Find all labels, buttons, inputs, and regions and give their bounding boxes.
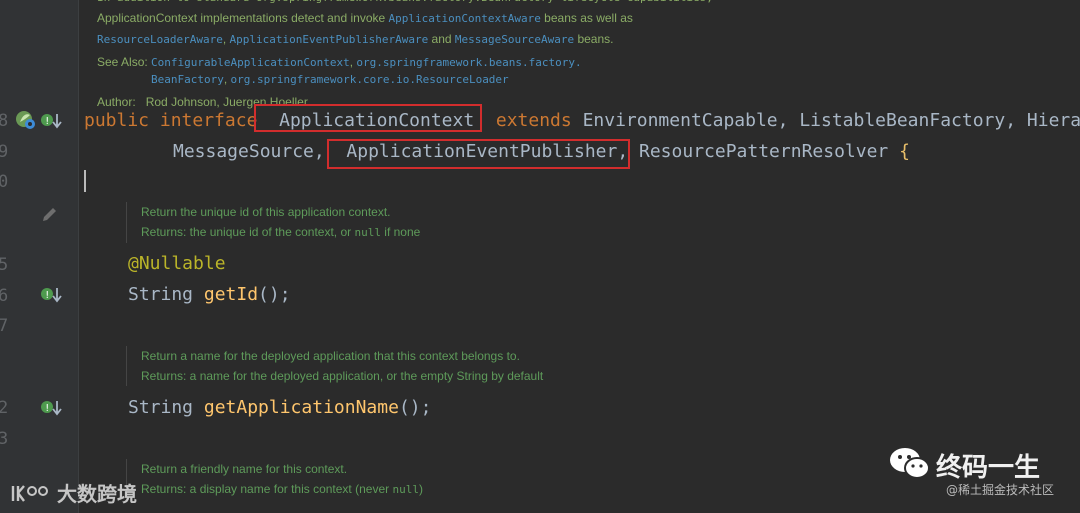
doc-line: Return a name for the deployed applicati… xyxy=(141,349,520,363)
doc-link[interactable]: org.springframework.core.io.ResourceLoad… xyxy=(231,73,509,86)
watermark-left-text: 大数跨境 xyxy=(56,482,137,506)
doc-text: ) xyxy=(418,482,423,496)
return-type: String xyxy=(128,397,204,418)
annotation: @Nullable xyxy=(128,253,226,274)
watermark-source: @稀土掘金技术社区 xyxy=(946,483,1055,497)
doc-text: beans. xyxy=(574,32,614,46)
doc-text: Returns: the unique id of the context, o… xyxy=(141,225,355,239)
doc-line: In addition to standard org.springframew… xyxy=(97,0,1077,8)
doc-text: ApplicationContext implementations detec… xyxy=(97,11,389,25)
doc-link[interactable]: ApplicationContextAware xyxy=(389,12,541,25)
method-javadoc: Return a name for the deployed applicati… xyxy=(126,346,543,386)
doc-link[interactable]: ApplicationEventPublisherAware xyxy=(230,33,429,46)
extends-item[interactable]: MessageSource, xyxy=(173,141,336,162)
watermark-account-name: 终码一生 xyxy=(936,453,1041,483)
method-name[interactable]: getApplicationName xyxy=(204,397,399,418)
code-line-getappname[interactable]: String getApplicationName(); xyxy=(128,397,431,419)
method-tail: (); xyxy=(398,397,432,418)
keyword: public xyxy=(84,110,150,131)
extends-item[interactable]: ResourcePatternResolver xyxy=(628,141,899,162)
method-tail: (); xyxy=(258,284,291,305)
code-line-declaration[interactable]: public interface ApplicationContext exte… xyxy=(84,110,1080,132)
line-number: 8 xyxy=(0,111,9,131)
doc-line: ApplicationContext implementations detec… xyxy=(97,8,1077,29)
code-line-annotation[interactable]: @Nullable xyxy=(128,253,226,275)
method-javadoc: Return a friendly name for this context.… xyxy=(126,459,423,500)
doc-line: Returns: a display name for this context… xyxy=(141,479,423,500)
svg-text:!: ! xyxy=(45,290,49,301)
wechat-icon xyxy=(890,448,930,479)
watermark-logo-icon xyxy=(11,485,48,502)
line-number: 3 xyxy=(0,429,9,449)
doc-line: Returns: a name for the deployed applica… xyxy=(141,369,544,383)
author-label: Author: xyxy=(97,95,136,109)
watermark-logo: 大数跨境 xyxy=(10,478,137,507)
doc-code: null xyxy=(354,226,381,239)
open-brace: { xyxy=(899,141,910,162)
line-number: 9 xyxy=(0,142,9,162)
doc-line: ResourceLoaderAware, ApplicationEventPub… xyxy=(97,29,1077,50)
doc-text: Returns: a display name for this context… xyxy=(141,482,393,496)
implemented-down-icon[interactable]: ! xyxy=(40,398,62,418)
doc-line: Return the unique id of this application… xyxy=(141,205,391,219)
keyword: interface xyxy=(159,110,258,131)
author: Author: Rod Johnson, Juergen Hoeller xyxy=(97,92,1077,112)
doc-link[interactable]: ResourceLoaderAware xyxy=(97,33,223,46)
doc-text: if none xyxy=(380,225,421,239)
doc-text: , xyxy=(222,32,230,46)
extends-list[interactable]: EnvironmentCapable, ListableBeanFactory,… xyxy=(583,110,1080,131)
doc-link[interactable]: org.springframework.beans.factory. xyxy=(356,56,581,69)
line-number: 6 xyxy=(0,286,9,306)
doc-line: Return a friendly name for this context. xyxy=(141,462,348,476)
return-type: String xyxy=(128,284,204,305)
doc-text: , xyxy=(223,72,231,86)
doc-line: Returns: the unique id of the context, o… xyxy=(141,222,420,243)
doc-link[interactable]: ConfigurableApplicationContext xyxy=(151,56,350,69)
method-javadoc: Return the unique id of this application… xyxy=(126,202,420,243)
line-number: 2 xyxy=(0,398,9,418)
method-name[interactable]: getId xyxy=(204,284,258,305)
doc-link[interactable]: BeanFactory xyxy=(151,73,224,86)
editor-gutter: 8 9 0 5 6 7 2 3 ! ! ! xyxy=(0,0,79,513)
see-also-label: See Also: xyxy=(97,55,152,69)
doc-link[interactable]: MessageSourceAware xyxy=(455,33,574,46)
svg-text:!: ! xyxy=(45,116,49,127)
line-number: 0 xyxy=(0,172,9,192)
code-line-getid[interactable]: String getId(); xyxy=(128,284,291,306)
keyword: extends xyxy=(495,110,572,131)
line-number: 7 xyxy=(0,316,9,336)
doc-text: and xyxy=(428,32,455,46)
see-also-cont: BeanFactory, org.springframework.core.io… xyxy=(97,69,1077,90)
doc-text: beans as well as xyxy=(540,11,633,25)
highlight-box xyxy=(327,139,630,169)
spring-bean-icon[interactable] xyxy=(15,110,37,130)
implemented-down-icon[interactable]: ! xyxy=(40,285,62,305)
interface-javadoc: In addition to standard org.springframew… xyxy=(97,0,1077,112)
edit-doc-icon[interactable] xyxy=(40,203,60,221)
implemented-down-icon[interactable]: ! xyxy=(40,111,62,131)
text-caret xyxy=(84,170,86,192)
doc-code: null xyxy=(392,483,419,496)
svg-text:!: ! xyxy=(45,403,49,414)
line-number: 5 xyxy=(0,255,9,275)
highlight-box xyxy=(254,104,482,132)
